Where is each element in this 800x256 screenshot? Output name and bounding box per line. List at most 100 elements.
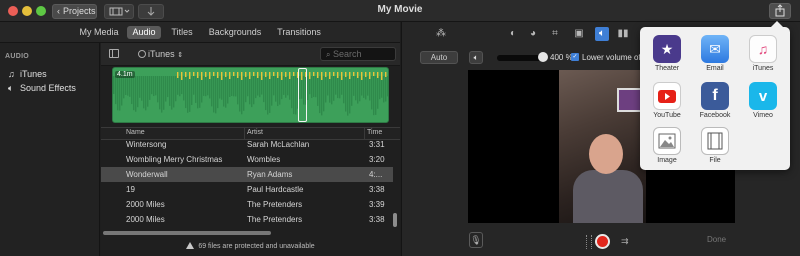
record-button[interactable] — [595, 234, 610, 249]
waveform-peak — [329, 72, 331, 79]
waveform-bar — [163, 76, 165, 110]
waveform-bar — [347, 76, 349, 116]
audio-waveform[interactable]: 4.1m — [112, 67, 389, 123]
table-row-selected[interactable]: Wonderwall Ryan Adams 4:... — [101, 167, 393, 182]
import-button[interactable] — [138, 4, 164, 19]
sidebar-toggle-icon[interactable] — [109, 49, 119, 58]
tab-backgrounds[interactable]: Backgrounds — [204, 26, 266, 39]
share-facebook-button[interactable]: f Facebook — [693, 82, 737, 130]
share-image-button[interactable]: Image — [645, 127, 689, 175]
search-input[interactable]: ⌕ Search — [320, 47, 396, 61]
lower-volume-checkbox[interactable]: ✓ — [571, 53, 579, 61]
auto-volume-button[interactable]: Auto — [420, 51, 458, 64]
waveform-bar — [385, 76, 387, 102]
color-correction-icon[interactable]: ◕ — [526, 27, 540, 41]
volume-slider-knob[interactable] — [538, 52, 548, 62]
share-file-button[interactable]: File — [693, 127, 737, 175]
waveform-bar — [317, 76, 319, 106]
share-youtube-button[interactable]: YouTube — [645, 82, 689, 130]
mute-button[interactable]: 🔈︎ — [469, 51, 483, 64]
color-balance-icon[interactable]: ◐ — [506, 27, 520, 41]
playhead-handle[interactable] — [298, 68, 307, 122]
waveform-peak — [377, 72, 379, 78]
waveform-bar — [197, 76, 199, 109]
waveform-bar — [241, 76, 243, 115]
waveform-bar — [227, 76, 229, 104]
share-label: Theater — [654, 65, 680, 72]
waveform-bar — [259, 76, 261, 98]
table-row[interactable]: 2000 Miles The Pretenders 3:39 — [101, 197, 393, 212]
zoom-window-button[interactable] — [36, 6, 46, 16]
waveform-bar — [307, 76, 309, 101]
magic-wand-icon[interactable]: ⁂ — [434, 27, 448, 41]
waveform-bar — [359, 76, 361, 102]
waveform-bar — [279, 76, 281, 105]
waveform-bar — [167, 76, 169, 98]
voiceover-options-icon[interactable]: ⇉ — [621, 236, 629, 247]
share-vimeo-button[interactable]: v Vimeo — [741, 82, 785, 130]
waveform-bar — [175, 76, 177, 102]
waveform-bar — [203, 76, 205, 96]
share-label: YouTube — [653, 112, 681, 119]
tab-audio[interactable]: Audio — [127, 26, 161, 39]
stabilization-icon[interactable]: ▣ — [572, 27, 586, 41]
close-window-button[interactable] — [8, 6, 18, 16]
source-selector[interactable]: iTunes ⇕ — [138, 49, 183, 59]
waveform-bar — [179, 76, 181, 97]
share-label: Image — [657, 157, 677, 164]
tab-titles[interactable]: Titles — [166, 26, 198, 39]
waveform-peak — [209, 72, 211, 79]
projects-button[interactable]: ‹ Projects — [52, 4, 97, 19]
sidebar-item-sound-effects[interactable]: 🔈︎ Sound Effects — [8, 82, 76, 94]
share-email-button[interactable]: ✉ Email — [693, 35, 737, 83]
waveform-peak — [269, 72, 271, 79]
waveform-bar — [137, 76, 139, 108]
waveform-bar — [219, 76, 221, 99]
waveform-peak — [245, 72, 247, 77]
video-frame-image — [559, 70, 646, 223]
waveform-bar — [379, 76, 381, 100]
waveform-bar — [345, 76, 347, 112]
waveform-bar — [231, 76, 233, 96]
volume-tool-icon[interactable]: 🔈︎ — [595, 27, 609, 41]
tab-transitions[interactable]: Transitions — [272, 26, 326, 39]
waveform-bar — [371, 76, 373, 110]
vertical-scrollbar[interactable] — [393, 213, 397, 227]
column-time[interactable]: Time — [367, 129, 382, 136]
share-itunes-button[interactable]: ♫ iTunes — [741, 35, 785, 83]
waveform-bar — [153, 76, 155, 97]
view-toggle-button[interactable] — [104, 4, 134, 19]
waveform-bar — [367, 76, 369, 96]
share-theater-button[interactable]: ★ Theater — [645, 35, 689, 83]
table-row[interactable]: Wintersong Sarah McLachlan 3:31 — [101, 141, 393, 152]
crop-icon[interactable]: ⌗ — [548, 27, 562, 41]
share-button[interactable] — [769, 3, 791, 19]
waveform-bar — [149, 76, 151, 100]
waveform-bar — [349, 76, 351, 114]
sidebar-item-itunes[interactable]: ♫ iTunes — [8, 68, 47, 80]
song-time: 4:... — [369, 170, 383, 179]
column-artist[interactable]: Artist — [247, 129, 263, 136]
waveform-peak — [289, 72, 291, 79]
waveform-bar — [245, 76, 247, 103]
minimize-window-button[interactable] — [22, 6, 32, 16]
column-name[interactable]: Name — [126, 129, 145, 136]
horizontal-scrollbar[interactable] — [103, 231, 271, 235]
waveform-bar — [217, 76, 219, 109]
song-artist: Sarah McLachlan — [247, 141, 310, 149]
waveform-bar — [333, 76, 335, 101]
waveform-bar — [143, 76, 145, 109]
table-row[interactable]: 2000 Miles The Pretenders 3:38 — [101, 212, 393, 227]
waveform-peak — [253, 72, 255, 76]
waveform-peak — [321, 72, 323, 80]
waveform-bar — [139, 76, 141, 98]
voiceover-mic-button[interactable]: 🎙︎ — [469, 232, 483, 248]
table-row[interactable]: 19 Paul Hardcastle 3:38 — [101, 182, 393, 197]
drag-handle[interactable] — [586, 235, 592, 249]
table-row[interactable]: Wombling Merry Christmas Wombles 3:20 — [101, 152, 393, 167]
noise-reduction-icon[interactable]: ▮▮ — [616, 27, 630, 41]
tab-my-media[interactable]: My Media — [76, 26, 122, 39]
waveform-bar — [225, 76, 227, 108]
waveform-peak — [177, 72, 179, 78]
done-button[interactable]: Done — [707, 235, 726, 244]
